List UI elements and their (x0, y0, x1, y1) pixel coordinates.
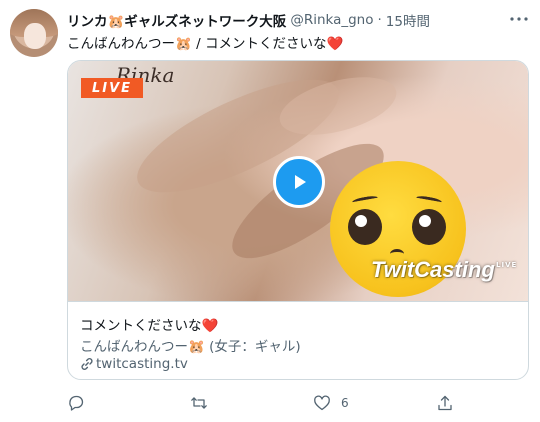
play-button[interactable] (273, 156, 325, 208)
user-handle[interactable]: @Rinka_gno (290, 12, 373, 28)
emoji-brow (351, 194, 379, 206)
live-badge: LIVE (81, 78, 143, 98)
link-card[interactable]: Rinka LIVE TwitCasting LIVE コメントくださいな❤️ … (67, 60, 529, 380)
emoji-brow (415, 194, 443, 206)
card-info[interactable]: コメントくださいな❤️ こんばんわんつー🐹 (女子：ギャル) twitcasti… (68, 301, 528, 379)
play-icon (295, 175, 306, 189)
tweet-header: リンカ🐹ギャルズネットワーク大阪 @Rinka_gno · 15時間 (67, 10, 430, 30)
share-icon (438, 395, 452, 411)
card-description: こんばんわんつー🐹 (女子：ギャル) (80, 339, 301, 355)
separator-dot: · (377, 12, 382, 28)
reply-icon (69, 395, 84, 411)
emoji-eye (348, 209, 382, 245)
card-image[interactable]: Rinka LIVE TwitCasting LIVE (68, 61, 528, 301)
twitcasting-logo-live: LIVE (496, 261, 518, 269)
retweet-icon (191, 397, 207, 409)
avatar[interactable] (10, 9, 58, 57)
card-domain: twitcasting.tv (96, 356, 188, 372)
retweet-button[interactable] (190, 393, 218, 413)
card-title: コメントくださいな❤️ (80, 318, 219, 334)
emoji-eye (412, 209, 446, 245)
tweet-actions: 6 (67, 393, 467, 413)
link-icon (81, 358, 93, 370)
tweet-text: こんばんわんつー🐹 / コメントくださいな❤️ (67, 36, 344, 52)
timestamp[interactable]: 15時間 (386, 10, 430, 30)
twitcasting-logo: TwitCasting (371, 257, 495, 282)
display-name[interactable]: リンカ🐹ギャルズネットワーク大阪 (67, 10, 286, 30)
like-button[interactable]: 6 (313, 393, 349, 413)
tweet[interactable]: リンカ🐹ギャルズネットワーク大阪 @Rinka_gno · 15時間 こんばんわ… (0, 0, 540, 422)
like-count: 6 (341, 396, 349, 410)
like-icon (314, 395, 330, 411)
share-button[interactable] (436, 393, 464, 413)
more-icon[interactable] (508, 11, 530, 27)
reply-button[interactable] (67, 393, 95, 413)
card-domain-row: twitcasting.tv (80, 356, 188, 372)
avatar-face (24, 23, 46, 49)
